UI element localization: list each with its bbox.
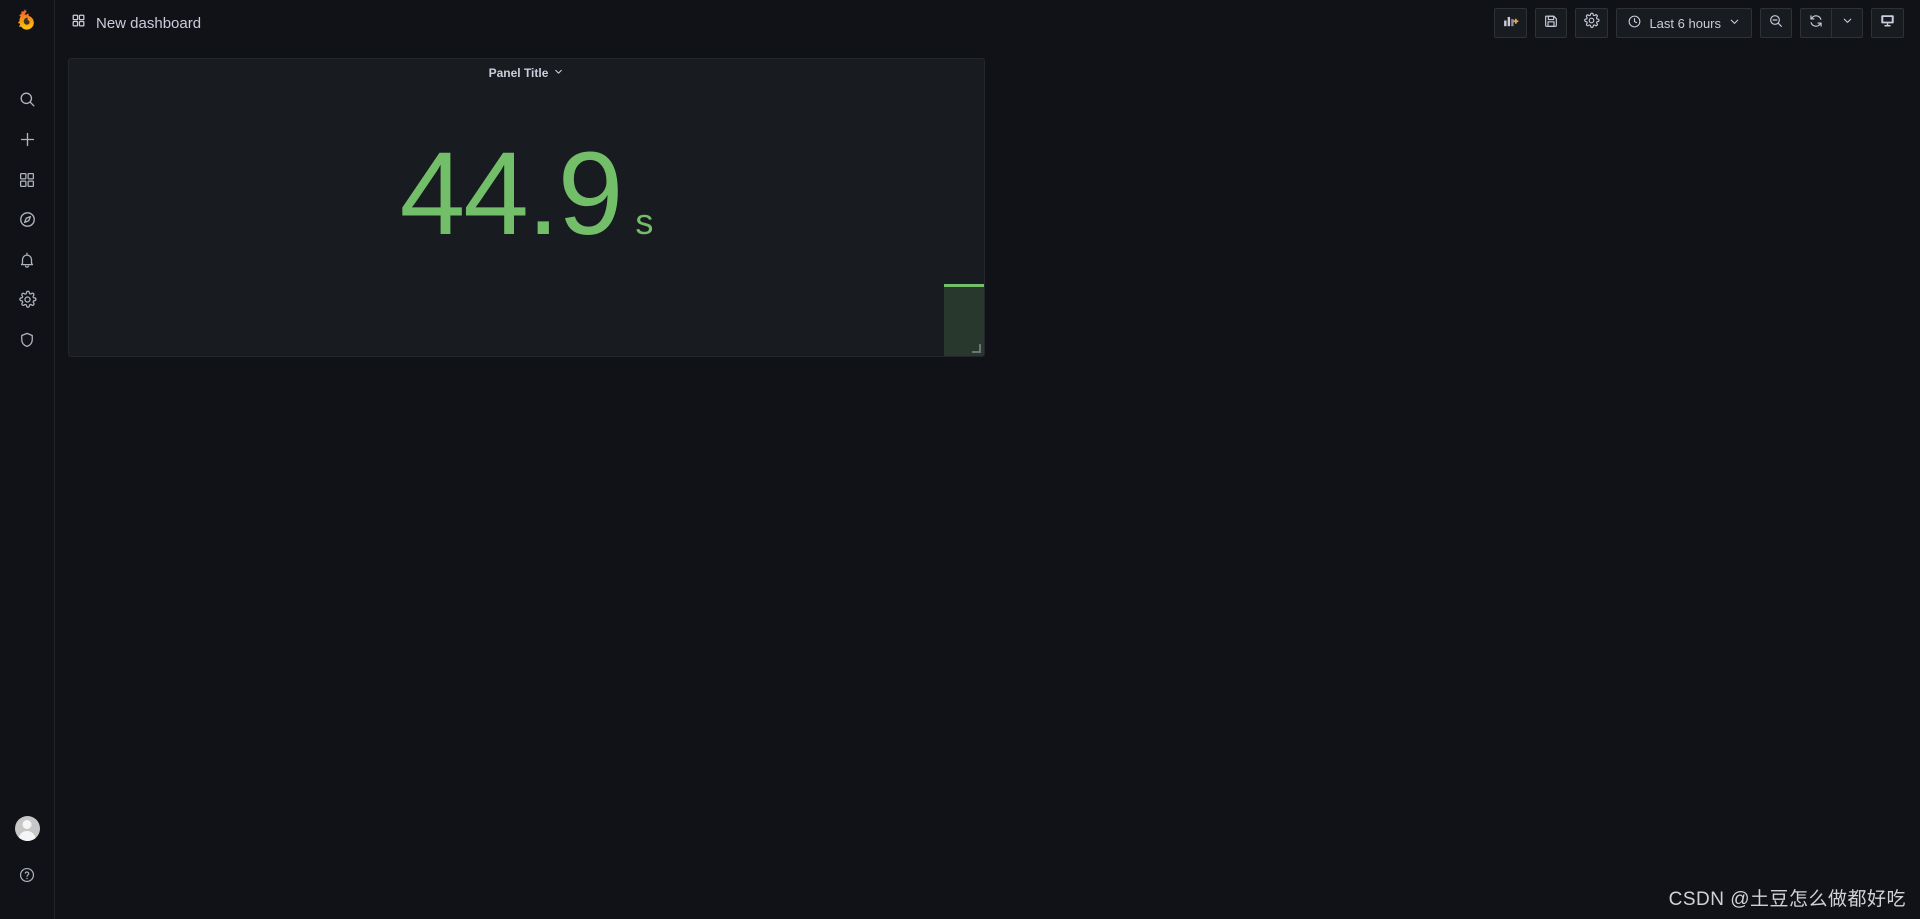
- avatar[interactable]: [14, 816, 40, 841]
- question-circle-icon: [18, 866, 36, 889]
- avatar-head: [22, 820, 32, 829]
- sidebar-item-search[interactable]: [7, 82, 47, 122]
- chevron-down-icon[interactable]: [553, 64, 564, 82]
- time-range-label: Last 6 hours: [1649, 15, 1721, 31]
- refresh-interval-dropdown[interactable]: [1832, 8, 1863, 38]
- grafana-logo-button[interactable]: [0, 0, 55, 46]
- sidebar-item-alerting[interactable]: [7, 242, 47, 282]
- bell-icon: [18, 251, 36, 274]
- gear-icon: [18, 290, 37, 314]
- grafana-logo-icon: [15, 8, 40, 38]
- watermark-text: CSDN @土豆怎么做都好吃: [1668, 889, 1906, 910]
- page-title: New dashboard: [96, 14, 202, 32]
- panel-title: Panel Title: [488, 66, 549, 80]
- chevron-down-icon: [1841, 14, 1854, 32]
- panel-resize-handle[interactable]: [972, 344, 981, 353]
- stat-value-display: 44.9 s: [69, 135, 984, 253]
- sidebar-item-create[interactable]: [7, 122, 47, 162]
- compass-icon: [18, 210, 37, 234]
- refresh-icon: [1808, 13, 1824, 34]
- breadcrumb[interactable]: New dashboard: [55, 13, 201, 33]
- sidebar-item-dashboards[interactable]: [7, 162, 47, 202]
- add-panel-icon: [1502, 12, 1519, 34]
- dashboard-settings-button[interactable]: [1575, 8, 1609, 38]
- zoom-out-time-range-button[interactable]: [1760, 8, 1792, 38]
- save-dashboard-button[interactable]: [1535, 8, 1568, 38]
- sidebar-item-help[interactable]: [7, 857, 47, 897]
- shield-icon: [18, 331, 36, 354]
- top-toolbar: New dashboard Last 6 hours: [55, 0, 1920, 46]
- apps-grid-icon: [71, 13, 86, 33]
- add-panel-button[interactable]: [1494, 8, 1528, 38]
- kiosk-mode-button[interactable]: [1871, 8, 1904, 38]
- sidebar-item-server-admin[interactable]: [7, 322, 47, 362]
- stat-unit: s: [635, 201, 654, 242]
- sidebar-item-configuration[interactable]: [7, 282, 47, 322]
- time-range-picker[interactable]: Last 6 hours: [1616, 8, 1752, 38]
- monitor-tv-icon: [1879, 12, 1896, 34]
- search-icon: [18, 90, 37, 114]
- chevron-down-icon: [1728, 15, 1741, 31]
- avatar-body: [18, 831, 36, 841]
- sidebar-item-explore[interactable]: [7, 202, 47, 242]
- stat-panel[interactable]: Panel Title 44.9 s: [68, 58, 985, 357]
- apps-grid-icon: [18, 171, 36, 194]
- clock-icon: [1627, 14, 1642, 32]
- refresh-dashboard-button[interactable]: [1800, 8, 1832, 38]
- save-floppy-icon: [1543, 13, 1559, 34]
- sidebar-nav-top: [7, 82, 47, 362]
- panel-content: 44.9 s: [69, 87, 984, 356]
- refresh-button-group: [1800, 8, 1863, 38]
- sidebar: [0, 0, 55, 919]
- plus-icon: [18, 130, 37, 154]
- sparkline-line: [944, 284, 984, 287]
- stat-number: 44.9: [399, 128, 624, 260]
- dashboard-actions: Last 6 hours: [1494, 8, 1920, 38]
- panel-header[interactable]: Panel Title: [69, 59, 984, 87]
- sidebar-nav-bottom: [7, 816, 47, 919]
- gear-icon: [1583, 12, 1600, 34]
- search-minus-icon: [1768, 13, 1784, 34]
